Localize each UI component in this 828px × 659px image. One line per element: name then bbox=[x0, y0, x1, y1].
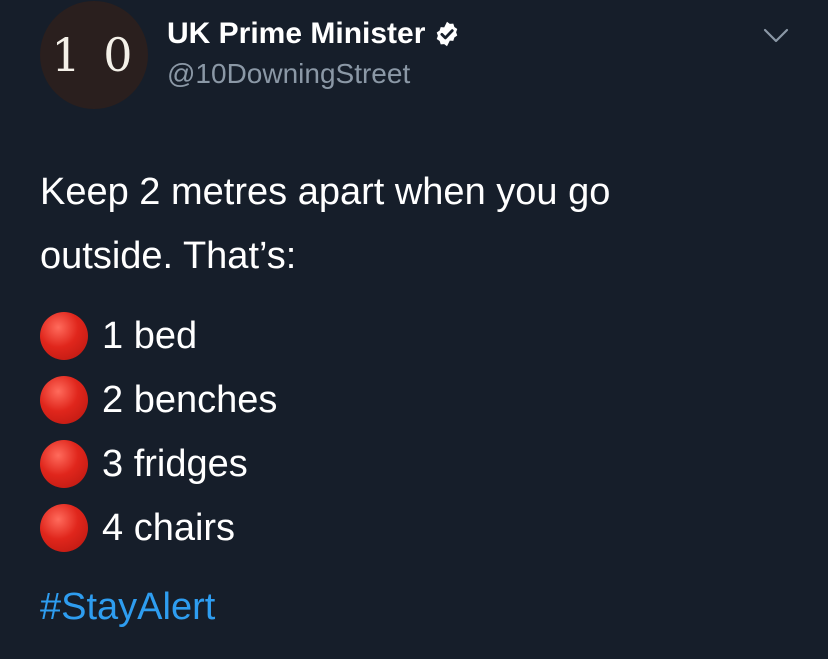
bullet-list: 1 bed 2 benches 3 fridges 4 chairs bbox=[40, 304, 277, 560]
tweet: 1 0 UK Prime Minister @10DowningStreet K… bbox=[0, 0, 828, 659]
avatar-logo-text: 1 0 bbox=[51, 28, 137, 82]
list-item-text: 4 chairs bbox=[102, 506, 236, 549]
list-item: 4 chairs bbox=[40, 496, 277, 560]
avatar[interactable]: 1 0 bbox=[40, 1, 148, 109]
hashtag-link[interactable]: #StayAlert bbox=[40, 586, 215, 629]
list-item-text: 1 bed bbox=[102, 314, 198, 357]
red-circle-icon bbox=[40, 312, 88, 360]
list-item-text: 2 benches bbox=[102, 378, 278, 421]
chevron-down-icon[interactable] bbox=[762, 24, 790, 46]
list-item: 3 fridges bbox=[40, 432, 277, 496]
list-item-text: 3 fridges bbox=[102, 442, 248, 485]
list-item: 2 benches bbox=[40, 368, 277, 432]
handle[interactable]: @10DowningStreet bbox=[167, 58, 410, 90]
display-name[interactable]: UK Prime Minister bbox=[167, 17, 425, 51]
red-circle-icon bbox=[40, 376, 88, 424]
red-circle-icon bbox=[40, 440, 88, 488]
verified-badge-icon bbox=[433, 20, 461, 48]
tweet-text-line: outside. That’s: bbox=[40, 235, 297, 277]
list-item: 1 bed bbox=[40, 304, 277, 368]
tweet-text: Keep 2 metres apart when you go outside.… bbox=[40, 160, 800, 288]
red-circle-icon bbox=[40, 504, 88, 552]
tweet-text-line: Keep 2 metres apart when you go bbox=[40, 171, 611, 213]
author-name-row: UK Prime Minister bbox=[167, 14, 461, 54]
